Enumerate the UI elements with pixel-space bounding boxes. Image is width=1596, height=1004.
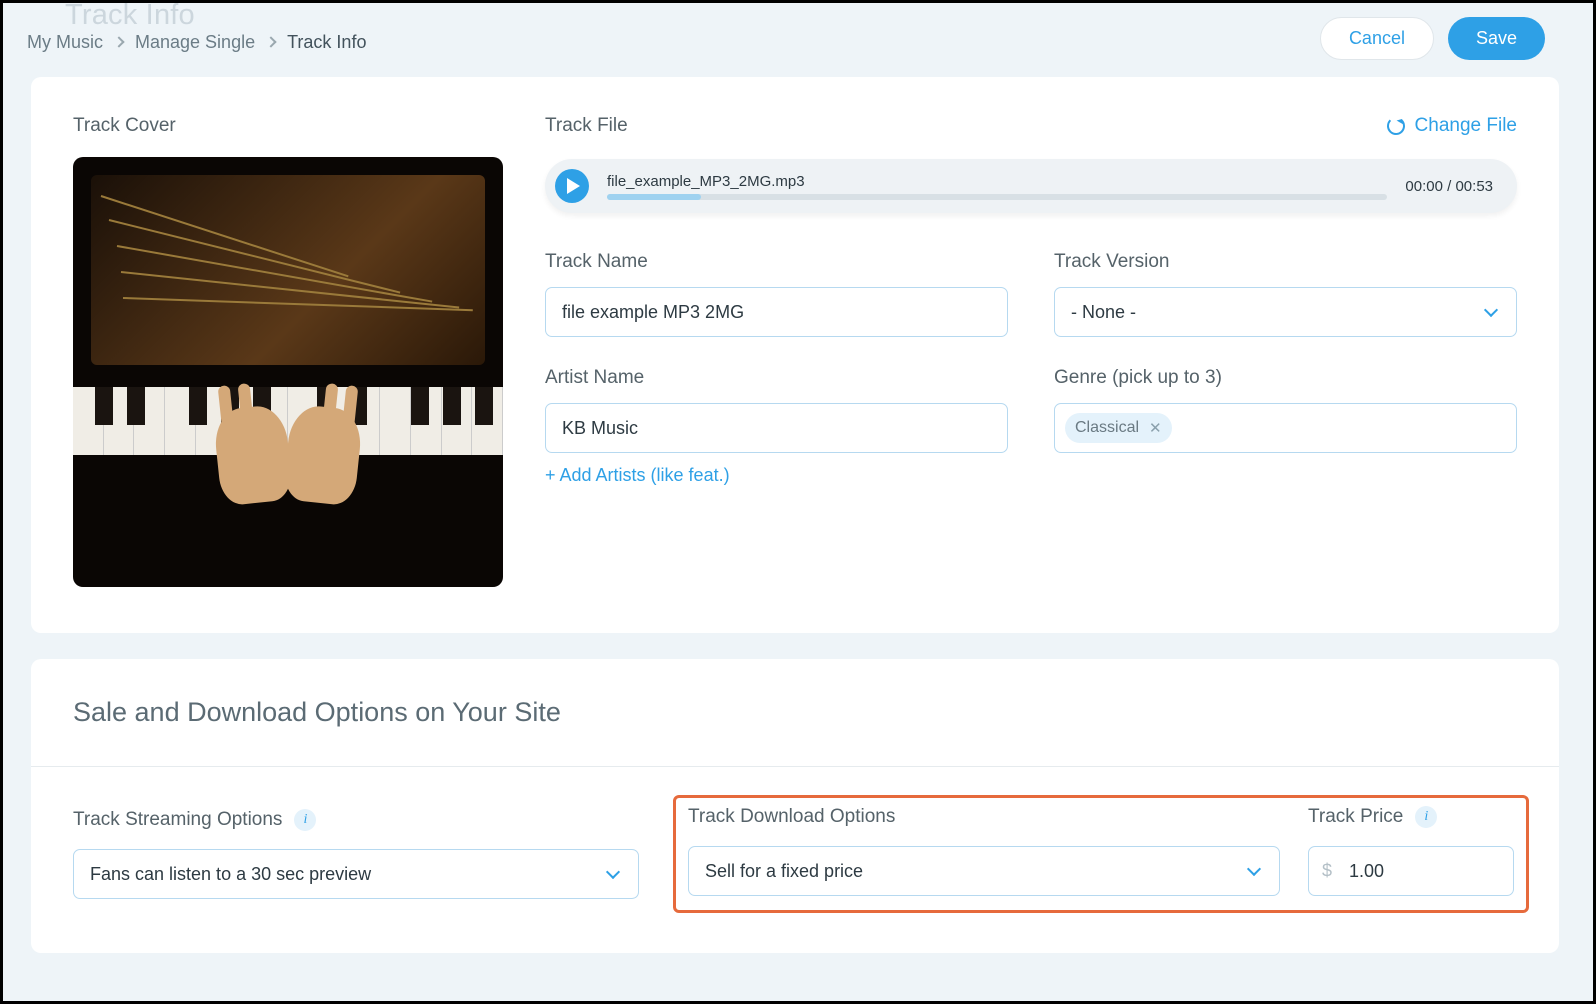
cover-art-strings — [91, 175, 485, 365]
track-price-field: Track Price i $ — [1308, 806, 1514, 896]
chevron-down-icon — [1484, 303, 1498, 317]
track-cover-label: Track Cover — [73, 115, 503, 137]
info-icon[interactable]: i — [294, 809, 316, 831]
player-timecode: 00:00 / 00:53 — [1405, 178, 1493, 195]
refresh-icon — [1387, 117, 1405, 135]
breadcrumb-my-music[interactable]: My Music — [27, 32, 103, 53]
track-version-field: Track Version - None - — [1054, 251, 1517, 337]
change-file-button[interactable]: Change File — [1387, 115, 1517, 137]
player-progress-bar[interactable] — [607, 194, 1387, 200]
remove-tag-icon[interactable]: ✕ — [1149, 419, 1162, 437]
breadcrumb-manage-single[interactable]: Manage Single — [135, 32, 255, 53]
player-filename: file_example_MP3_2MG.mp3 — [607, 173, 1387, 190]
genre-tag-label: Classical — [1075, 419, 1139, 437]
track-details-column: Track File Change File file_example_MP3_… — [545, 115, 1517, 587]
track-version-value: - None - — [1071, 302, 1136, 323]
chevron-right-icon — [265, 36, 276, 47]
artist-name-input[interactable] — [545, 403, 1008, 453]
track-price-input[interactable] — [1308, 846, 1514, 896]
track-info-panel: Track Cover — [31, 77, 1559, 633]
sale-options-panel: Sale and Download Options on Your Site T… — [31, 659, 1559, 953]
streaming-options-select[interactable]: Fans can listen to a 30 sec preview — [73, 849, 639, 899]
artist-name-label: Artist Name — [545, 367, 1008, 389]
chevron-right-icon — [113, 36, 124, 47]
cover-art-hands — [203, 407, 373, 517]
breadcrumb-current: Track Info — [287, 32, 366, 53]
track-name-label: Track Name — [545, 251, 1008, 273]
cancel-button[interactable]: Cancel — [1320, 17, 1434, 60]
highlighted-region: Track Download Options Sell for a fixed … — [673, 795, 1529, 913]
download-options-select[interactable]: Sell for a fixed price — [688, 846, 1280, 896]
artist-name-field: Artist Name + Add Artists (like feat.) — [545, 367, 1008, 486]
genre-field: Genre (pick up to 3) Classical ✕ — [1054, 367, 1517, 486]
track-price-label: Track Price — [1308, 806, 1403, 828]
genre-tag: Classical ✕ — [1065, 413, 1172, 443]
currency-icon: $ — [1322, 861, 1332, 882]
chevron-down-icon — [606, 865, 620, 879]
streaming-options-value: Fans can listen to a 30 sec preview — [90, 864, 371, 885]
track-name-input[interactable] — [545, 287, 1008, 337]
track-version-select[interactable]: - None - — [1054, 287, 1517, 337]
streaming-options-field: Track Streaming Options i Fans can liste… — [73, 809, 639, 899]
audio-player: file_example_MP3_2MG.mp3 00:00 / 00:53 — [545, 159, 1517, 213]
play-button[interactable] — [555, 169, 589, 203]
divider — [31, 766, 1559, 767]
breadcrumb: My Music Manage Single Track Info — [27, 32, 366, 53]
track-cover-image[interactable] — [73, 157, 503, 587]
genre-tagbox[interactable]: Classical ✕ — [1054, 403, 1517, 453]
download-options-field: Track Download Options Sell for a fixed … — [688, 806, 1280, 896]
streaming-options-label: Track Streaming Options — [73, 809, 282, 831]
chevron-down-icon — [1247, 862, 1261, 876]
change-file-label: Change File — [1415, 115, 1517, 137]
track-cover-section: Track Cover — [73, 115, 503, 587]
genre-label: Genre (pick up to 3) — [1054, 367, 1517, 389]
track-name-field: Track Name — [545, 251, 1008, 337]
page-bg-title: Track Info — [65, 0, 195, 32]
play-icon — [567, 178, 580, 194]
add-artists-link[interactable]: + Add Artists (like feat.) — [545, 465, 1008, 486]
header-row: Track Info My Music Manage Single Track … — [3, 3, 1575, 63]
download-options-label: Track Download Options — [688, 806, 895, 828]
save-button[interactable]: Save — [1448, 17, 1545, 60]
info-icon[interactable]: i — [1415, 806, 1437, 828]
track-file-label: Track File — [545, 115, 628, 137]
track-version-label: Track Version — [1054, 251, 1517, 273]
sale-options-title: Sale and Download Options on Your Site — [73, 697, 1517, 728]
download-options-value: Sell for a fixed price — [705, 861, 863, 882]
player-progress-fill — [607, 194, 701, 200]
